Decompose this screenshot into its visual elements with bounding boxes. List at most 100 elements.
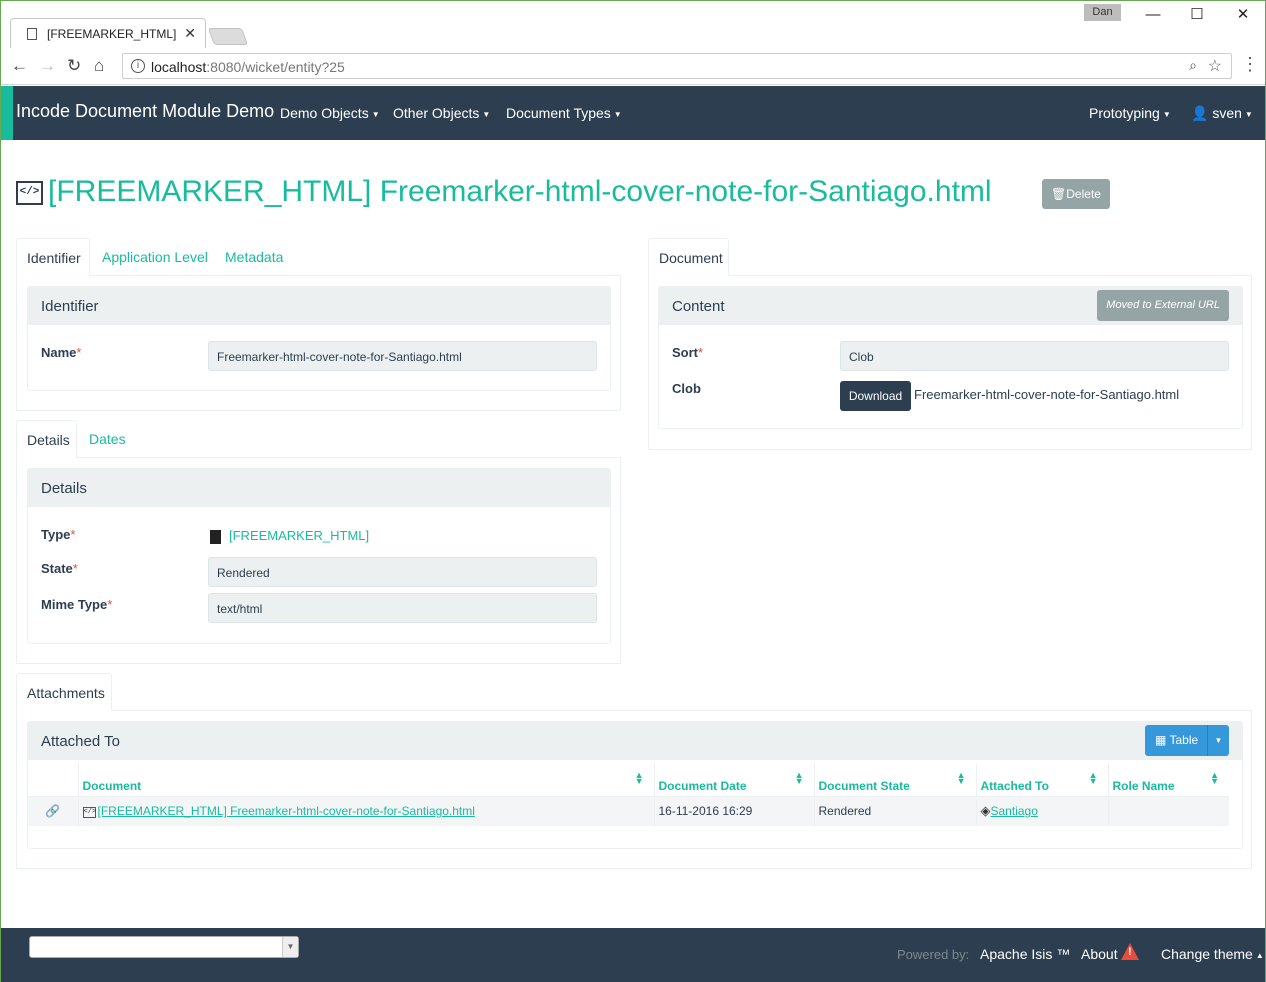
- column-header-role-name[interactable]: Role Name ▲ ▼: [1107, 764, 1229, 797]
- menu-user[interactable]: 👤 sven ▼: [1191, 105, 1253, 122]
- column-header-attached-to[interactable]: Attached To ▲ ▼: [975, 764, 1108, 797]
- tab-attachments[interactable]: Attachments: [16, 673, 112, 711]
- mime-type-field[interactable]: text/html: [208, 593, 597, 623]
- delete-button-label: Delete: [1066, 187, 1101, 201]
- sort-icon[interactable]: ▲ ▼: [957, 771, 966, 786]
- sort-icon[interactable]: ▲ ▼: [795, 771, 804, 786]
- delete-button[interactable]: 🗑Delete: [1042, 179, 1110, 209]
- table-row[interactable]: 🔗 </>[FREEMARKER_HTML] Freemarker-html-c…: [28, 796, 1229, 826]
- download-button[interactable]: Download: [840, 381, 911, 411]
- identifier-tabpane: Identifier Name* Freemarker-html-cover-n…: [16, 275, 621, 411]
- menu-demo-objects[interactable]: Demo Objects ▼: [280, 105, 380, 121]
- state-field[interactable]: Rendered: [208, 557, 597, 587]
- info-icon[interactable]: i: [131, 59, 145, 73]
- sort-icon[interactable]: ▲ ▼: [635, 771, 644, 786]
- navbar-accent: [1, 86, 13, 140]
- attached-to-title: Attached To: [41, 733, 120, 750]
- sort-icon[interactable]: ▲ ▼: [1210, 771, 1219, 786]
- user-icon: 👤: [1191, 105, 1209, 121]
- app-footer: ▼ Powered by: Apache Isis ™ About ! Chan…: [1, 928, 1265, 982]
- document-tabpane: Content Moved to External URL Sort* Clob…: [648, 275, 1252, 450]
- tab-identifier[interactable]: Identifier: [16, 238, 90, 276]
- tab-details[interactable]: Details: [16, 420, 77, 458]
- caret-down-icon[interactable]: ▼: [1207, 725, 1229, 756]
- attached-to-panel-heading: Attached To ▦ Table ▼: [28, 722, 1242, 760]
- menu-other-objects[interactable]: Other Objects ▼: [393, 105, 490, 121]
- url-host: localhost: [151, 59, 207, 75]
- column-header-document-state[interactable]: Document State ▲ ▼: [813, 764, 976, 797]
- tab-document[interactable]: Document: [648, 238, 729, 276]
- menu-document-types[interactable]: Document Types ▼: [506, 105, 622, 121]
- mime-type-label-text: Mime Type: [41, 597, 108, 612]
- brand-title[interactable]: Incode Document Module Demo: [16, 101, 274, 122]
- reload-icon[interactable]: ↻: [67, 56, 81, 76]
- state-label-text: State: [41, 561, 73, 576]
- identifier-tabbar: Identifier Application Level Metadata: [16, 238, 621, 276]
- column-header-document-state-label: Document State: [818, 778, 910, 793]
- new-tab-button[interactable]: [207, 28, 249, 45]
- change-theme-menu[interactable]: Change theme ▲: [1161, 946, 1264, 962]
- bookmark-star-icon[interactable]: ☆: [1208, 56, 1222, 76]
- menu-other-objects-label: Other Objects: [393, 105, 480, 121]
- table-view-text: Table: [1169, 733, 1199, 747]
- attached-to-link[interactable]: Santiago: [991, 804, 1038, 818]
- table-icon: ▦: [1155, 733, 1167, 747]
- sort-label-text: Sort: [672, 345, 698, 360]
- home-icon[interactable]: ⌂: [94, 56, 104, 76]
- place-icon: ◈: [980, 803, 991, 819]
- caret-down-icon: ▼: [371, 109, 380, 119]
- close-tab-icon[interactable]: ✕: [184, 25, 196, 42]
- forward-icon[interactable]: →: [39, 56, 56, 76]
- back-icon[interactable]: ←: [11, 56, 28, 76]
- cell-document-state: Rendered: [813, 796, 976, 826]
- attachments-tabbar: Attachments: [16, 673, 1252, 711]
- moved-to-external-url-button[interactable]: Moved to External URL: [1097, 290, 1229, 321]
- browser-user-chip[interactable]: Dan: [1084, 4, 1121, 21]
- column-header-document-date[interactable]: Document Date ▲ ▼: [653, 764, 814, 797]
- column-header-document-date-label: Document Date: [658, 778, 747, 793]
- caret-down-icon: ▼: [482, 109, 491, 119]
- sort-field[interactable]: Clob: [840, 341, 1229, 371]
- menu-demo-objects-label: Demo Objects: [280, 105, 369, 121]
- tab-application-level[interactable]: Application Level: [92, 238, 218, 276]
- tab-dates[interactable]: Dates: [79, 420, 136, 458]
- column-header-document[interactable]: Document ▲ ▼: [77, 764, 654, 797]
- tab-metadata[interactable]: Metadata: [215, 238, 293, 276]
- minimize-icon[interactable]: —: [1138, 5, 1168, 25]
- details-panel: Details Type* [FREEMARKER_HTML] State* R…: [27, 468, 611, 644]
- chevron-down-icon[interactable]: ▼: [282, 937, 298, 957]
- url-path: :8080/wicket/entity?25: [206, 59, 345, 75]
- close-window-icon[interactable]: ✕: [1228, 5, 1258, 25]
- type-link[interactable]: [FREEMARKER_HTML]: [229, 528, 369, 543]
- zoom-icon[interactable]: ⌕: [1189, 57, 1197, 74]
- document-tabbar: Document: [648, 238, 1252, 276]
- name-field[interactable]: Freemarker-html-cover-note-for-Santiago.…: [208, 341, 597, 371]
- column-header-document-label: Document: [82, 778, 142, 793]
- paperclip-icon[interactable]: 🔗: [28, 796, 78, 826]
- required-marker: *: [76, 345, 82, 360]
- menu-prototyping[interactable]: Prototyping ▼: [1089, 105, 1171, 121]
- caret-up-icon: ▲: [1255, 950, 1264, 960]
- attachments-tabpane: Attached To ▦ Table ▼ Document ▲ ▼ Documen…: [16, 710, 1252, 869]
- url-input[interactable]: i localhost:8080/wicket/entity?25 ⌕ ☆: [122, 53, 1232, 79]
- maximize-icon[interactable]: ☐: [1182, 5, 1212, 25]
- cell-attached-to: ◈Santiago: [975, 796, 1108, 826]
- browser-tab[interactable]: [FREEMARKER_HTML] Freemarker-html-cover-…: [10, 18, 206, 48]
- warning-icon[interactable]: !: [1121, 943, 1139, 960]
- about-link[interactable]: About: [1081, 946, 1118, 962]
- column-header-attached-to-label: Attached To: [980, 778, 1049, 793]
- caret-down-icon: ▼: [1244, 109, 1253, 119]
- identifier-panel: Identifier Name* Freemarker-html-cover-n…: [27, 286, 611, 391]
- table-view-button[interactable]: ▦ Table ▼: [1145, 725, 1229, 756]
- caret-down-icon: ▼: [613, 109, 622, 119]
- required-marker: *: [70, 527, 76, 542]
- apache-isis-link[interactable]: Apache Isis ™: [980, 946, 1070, 962]
- cell-role-name: [1107, 796, 1229, 826]
- footer-select[interactable]: ▼: [29, 936, 299, 958]
- state-label: State*: [41, 561, 78, 576]
- browser-menu-icon[interactable]: ⋮: [1241, 54, 1259, 75]
- browser-tab-title: [FREEMARKER_HTML] Freemarker-html-cover-…: [47, 27, 177, 41]
- sort-icon[interactable]: ▲ ▼: [1089, 771, 1098, 786]
- code-file-icon: </>: [82, 806, 97, 818]
- document-link[interactable]: [FREEMARKER_HTML] Freemarker-html-cover-…: [98, 804, 475, 818]
